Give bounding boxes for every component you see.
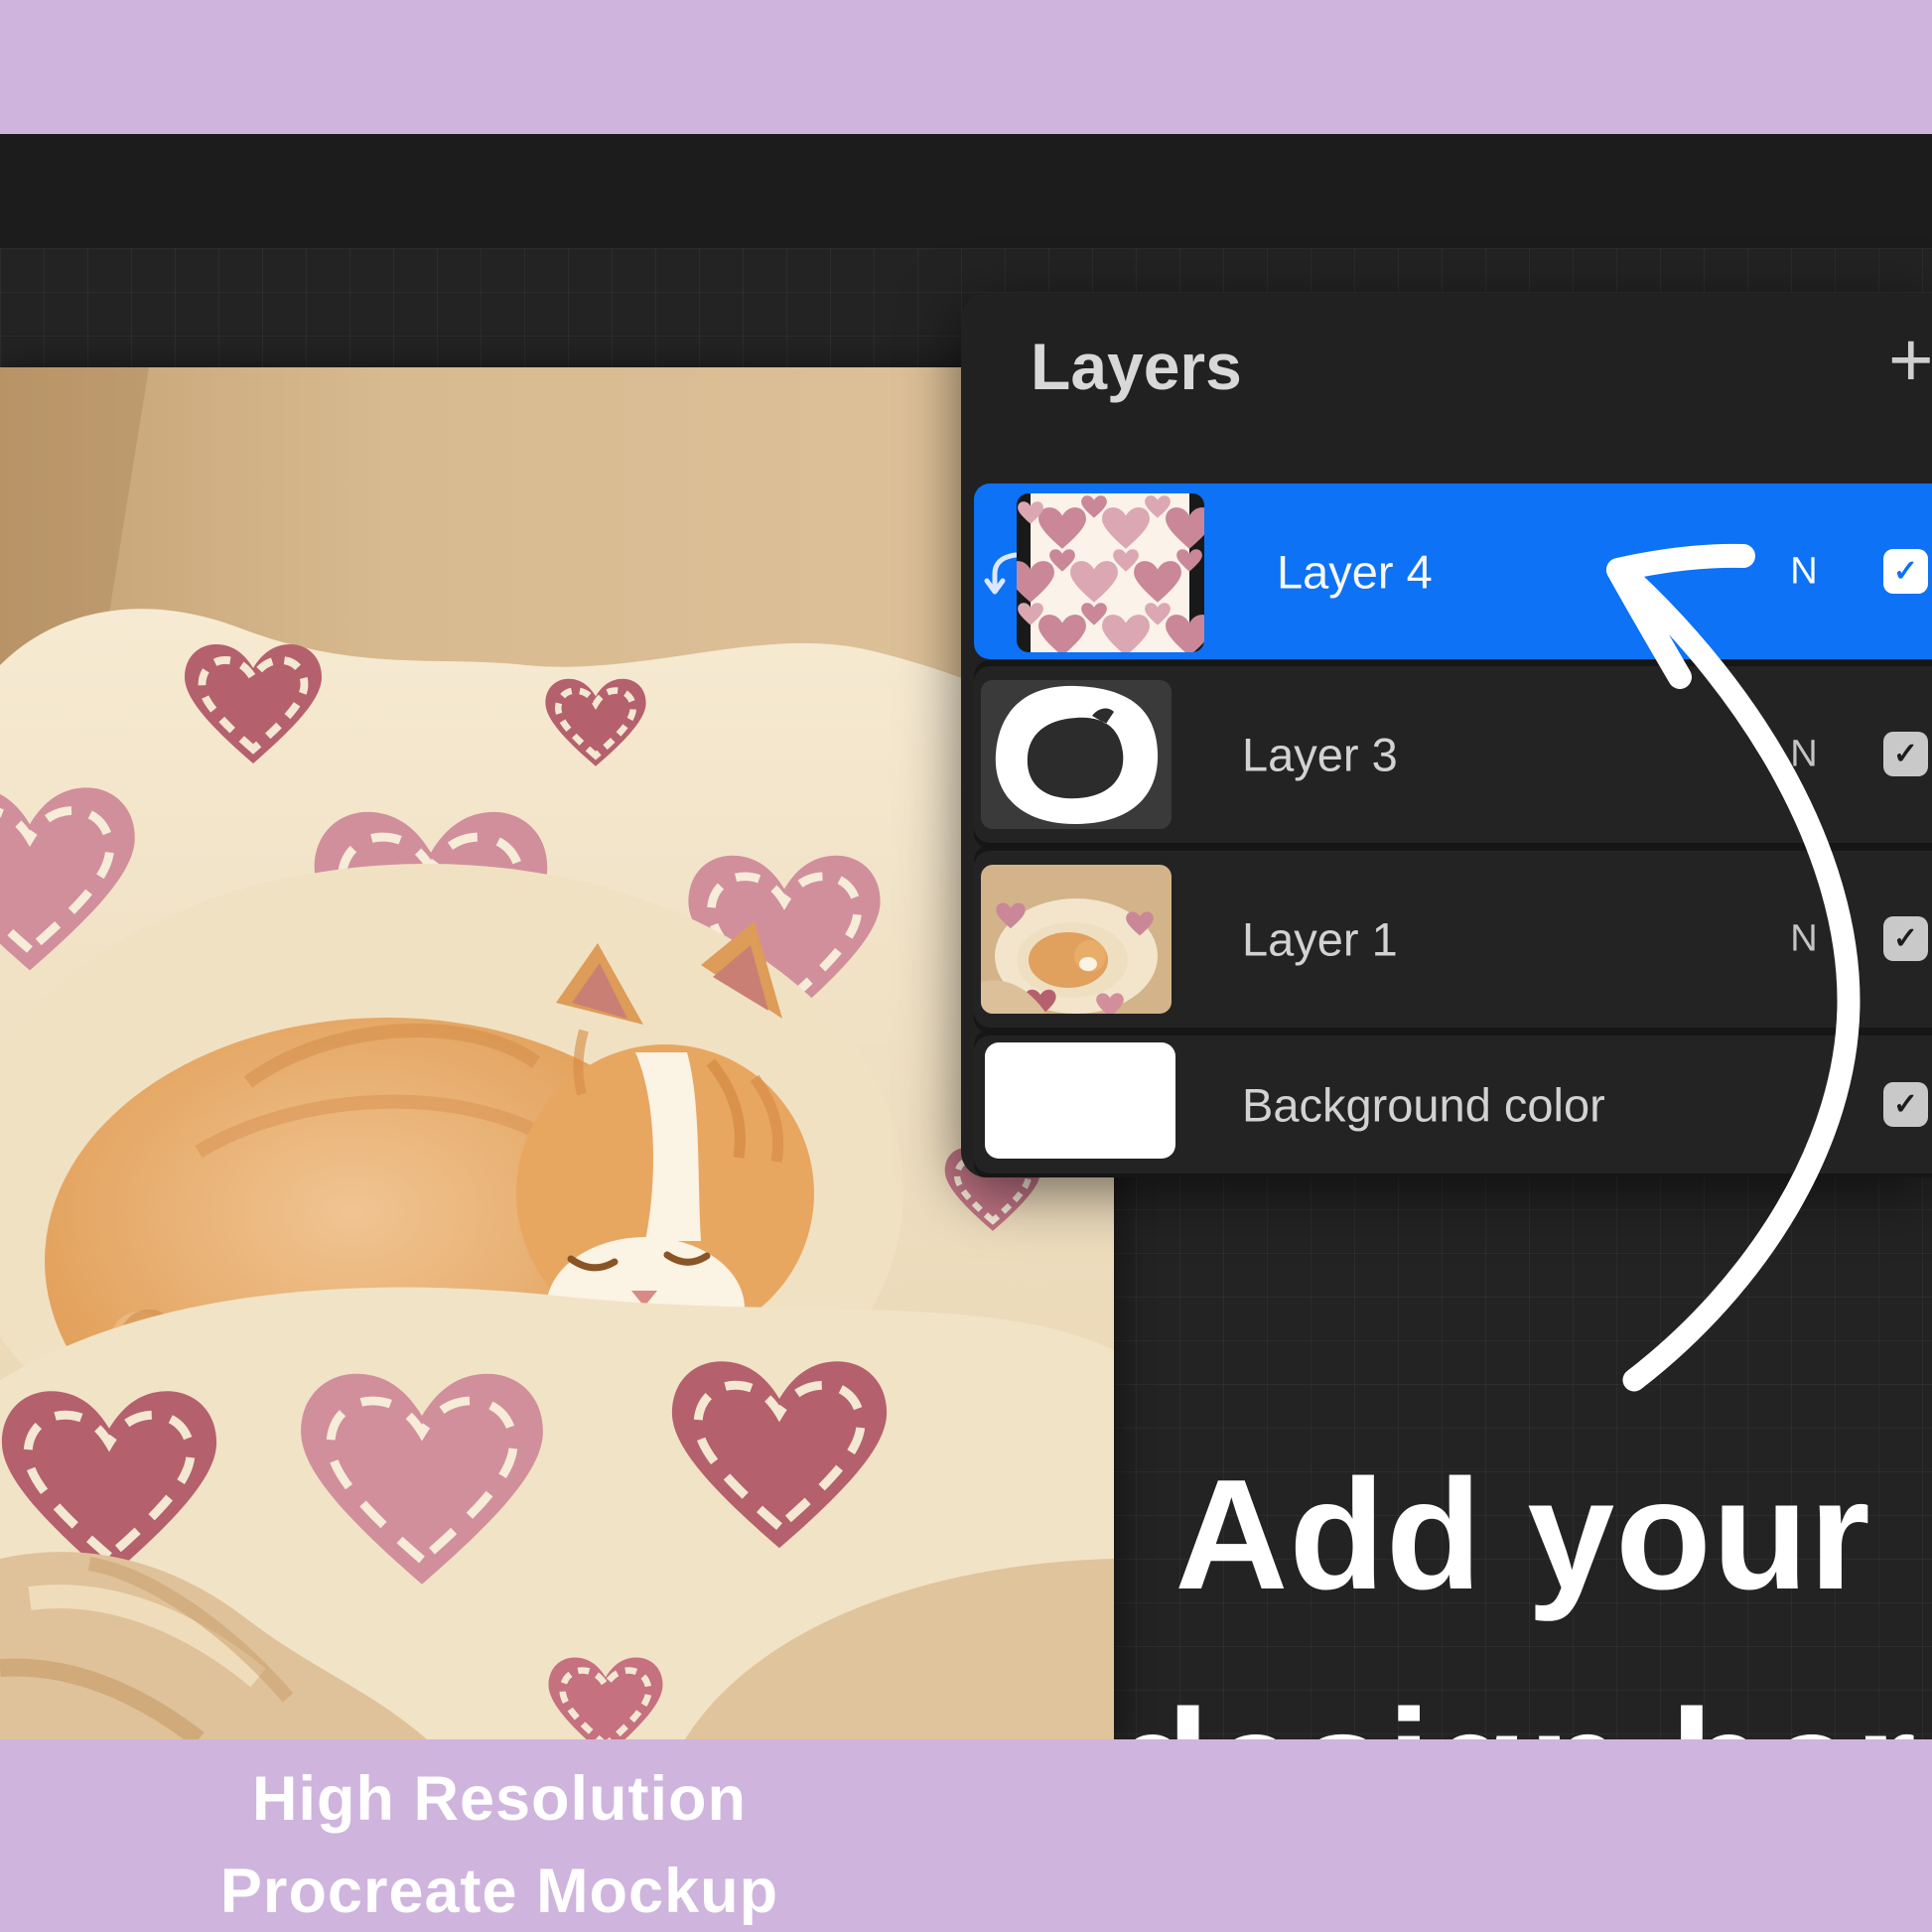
bottom-border-band: High Resolution Procreate Mockup <box>0 1739 1932 1932</box>
footer-line-2: Procreate Mockup <box>40 1846 959 1932</box>
layer1-photo-thumbnail[interactable] <box>981 865 1172 1014</box>
layer-visibility-checkbox[interactable]: ✓ <box>1883 549 1928 594</box>
check-icon: ✓ <box>1893 1087 1918 1122</box>
layer-visibility-checkbox[interactable]: ✓ <box>1883 1082 1928 1127</box>
layer-visibility-checkbox[interactable]: ✓ <box>1883 916 1928 961</box>
layer4-heart-pattern-thumbnail[interactable] <box>1017 493 1204 652</box>
layer-row-background-color[interactable]: Background color ✓ <box>974 1035 1932 1173</box>
procreate-mockup-screenshot: S <box>0 0 1932 1932</box>
caption-line-1: Add your <box>1114 1420 1932 1650</box>
add-layer-button[interactable]: + <box>1888 315 1932 405</box>
layer-name: Layer 4 <box>1277 544 1433 599</box>
blend-mode-badge[interactable]: N <box>1774 550 1834 593</box>
procreate-toolbar: S <box>0 134 1932 248</box>
footer-line-1: High Resolution <box>40 1753 959 1846</box>
footer-text: High Resolution Procreate Mockup <box>40 1753 959 1932</box>
blend-mode-badge[interactable]: N <box>1774 734 1834 776</box>
layer-row-layer-3[interactable]: Layer 3 N ✓ <box>974 666 1932 843</box>
cat-in-heart-bed-illustration <box>0 367 1114 1739</box>
layer-name: Layer 1 <box>1242 912 1398 967</box>
background-color-thumbnail[interactable] <box>985 1042 1175 1159</box>
layer-row-layer-1[interactable]: Layer 1 N ✓ <box>974 851 1932 1028</box>
layer-visibility-checkbox[interactable]: ✓ <box>1883 732 1928 776</box>
layers-panel: Layers + <box>961 293 1932 1177</box>
layer-row-layer-4[interactable]: Layer 4 N ✓ <box>974 483 1932 659</box>
canvas-artwork-cat-photo <box>0 367 1114 1739</box>
check-icon: ✓ <box>1893 554 1918 589</box>
layer3-mask-thumbnail[interactable] <box>981 680 1172 829</box>
blend-mode-badge[interactable]: N <box>1774 918 1834 961</box>
check-icon: ✓ <box>1893 737 1918 771</box>
check-icon: ✓ <box>1893 921 1918 956</box>
layer-name: Layer 3 <box>1242 728 1398 782</box>
top-border-band <box>0 0 1932 134</box>
layers-panel-title: Layers <box>1031 329 1242 404</box>
canvas-workspace: Add your design here! Layers + <box>0 248 1932 1739</box>
layer-name: Background color <box>1242 1077 1605 1132</box>
